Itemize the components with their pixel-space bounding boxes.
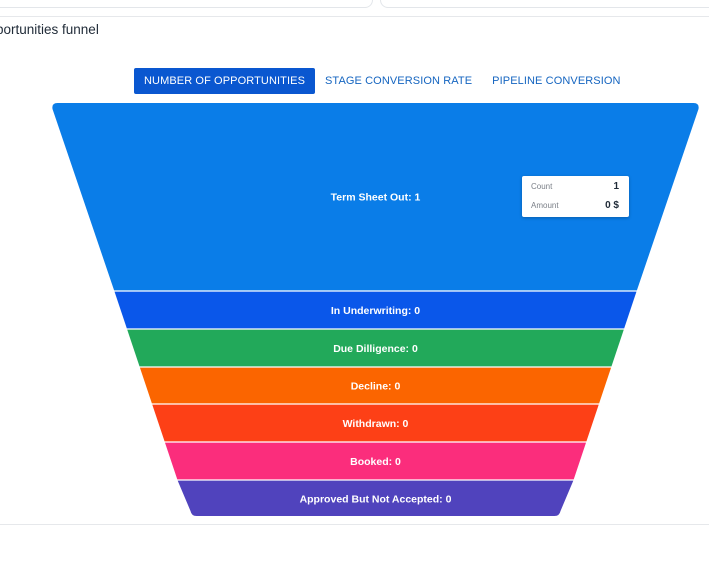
tooltip-count-value: 1 (613, 181, 619, 192)
funnel-label-due-dilligence: Due Dilligence: 0 (333, 343, 418, 355)
tooltip-amount-value: 0 $ (605, 200, 619, 211)
funnel-label-term-sheet-out: Term Sheet Out: 1 (331, 192, 421, 204)
chart-tooltip: Count 1 Amount 0 $ (522, 176, 629, 217)
funnel-label-approved-but-not-accepted: Approved But Not Accepted: 0 (300, 493, 452, 505)
tooltip-count-label: Count (531, 182, 553, 191)
tooltip-amount-row: Amount 0 $ (531, 200, 619, 211)
tooltip-count-row: Count 1 (531, 181, 619, 192)
bottom-divider (0, 524, 709, 525)
funnel-label-decline: Decline: 0 (351, 381, 401, 393)
funnel-label-withdrawn: Withdrawn: 0 (343, 418, 409, 430)
funnel-label-booked: Booked: 0 (350, 456, 401, 468)
funnel-chart: Term Sheet Out: 1 In Underwriting: 0 Due D… (52, 103, 699, 516)
tooltip-amount-label: Amount (531, 201, 559, 210)
funnel-label-in-underwriting: In Underwriting: 0 (331, 305, 420, 317)
